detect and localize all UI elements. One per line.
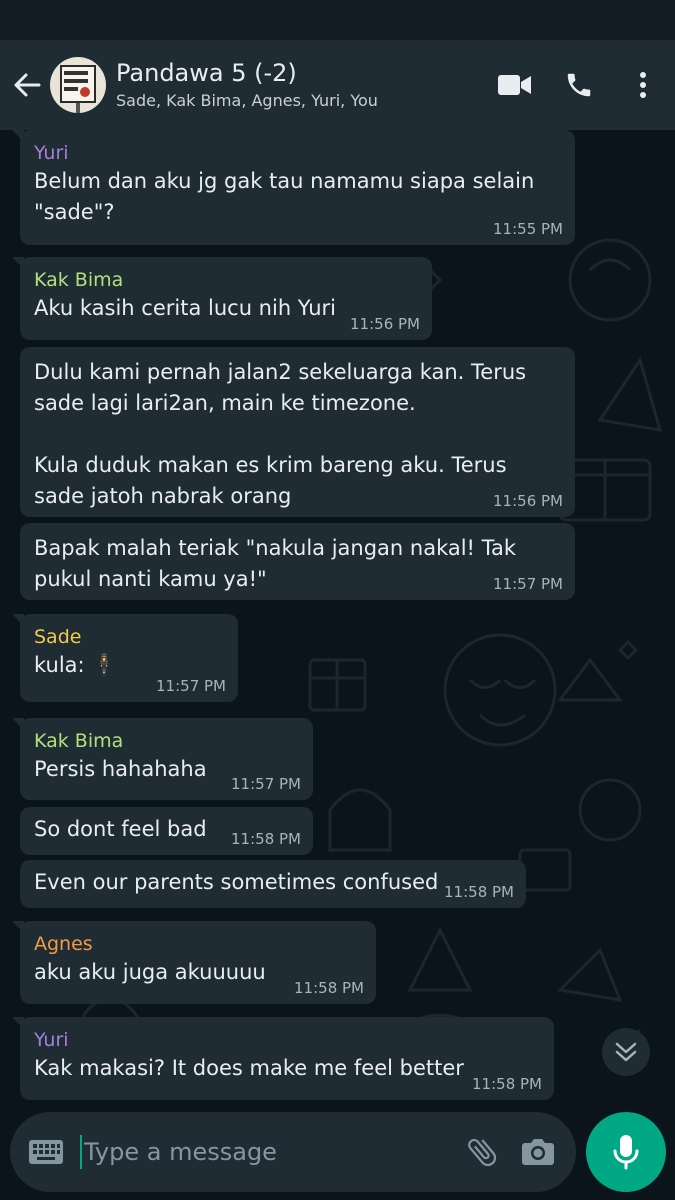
status-bar — [0, 0, 675, 40]
camera-icon — [522, 1139, 554, 1165]
message-time: 11:58 PM — [444, 883, 514, 901]
message-time: 11:57 PM — [493, 575, 563, 593]
bubble-tail — [12, 614, 24, 626]
avatar-pole — [76, 103, 80, 113]
message-input[interactable] — [82, 1138, 454, 1166]
voice-call-button[interactable] — [547, 40, 611, 130]
message-bubble[interactable]: Even our parents sometimes confused 11:5… — [20, 860, 526, 908]
message-time: 11:55 PM — [493, 220, 563, 238]
message-bubble[interactable]: So dont feel bad 11:58 PM — [20, 807, 313, 855]
bubble-tail — [12, 1017, 24, 1029]
message-time: 11:57 PM — [231, 775, 301, 793]
message-sender: Agnes — [34, 933, 93, 955]
message-text: Belum dan aku jg gak tau namamu siapa se… — [34, 169, 541, 224]
message-bubble[interactable]: Yuri Kak makasi? It does make me feel be… — [12, 1017, 554, 1100]
video-call-button[interactable] — [483, 40, 547, 130]
group-name: Pandawa 5 (-2) — [116, 59, 297, 87]
video-camera-icon — [498, 75, 531, 95]
message-time: 11:57 PM — [156, 677, 226, 695]
more-vertical-icon — [640, 72, 646, 98]
bubble-tail — [12, 130, 24, 142]
message-bubble[interactable]: Agnes aku aku juga akuuuuu 11:58 PM — [12, 921, 376, 1004]
group-avatar[interactable] — [50, 57, 106, 113]
message-text: Dulu kami pernah jalan2 sekeluarga kan. … — [34, 360, 527, 508]
message-sender: Sade — [34, 626, 82, 648]
message-bubble[interactable]: Dulu kami pernah jalan2 sekeluarga kan. … — [20, 347, 575, 517]
bubble-tail — [12, 257, 24, 269]
message-bubble[interactable]: Kak Bima Persis hahahaha 11:57 PM — [12, 718, 313, 800]
message-text-content: kula: — [34, 653, 85, 677]
message-composer — [10, 1112, 576, 1192]
avatar-line — [64, 79, 88, 83]
message-text: Kak makasi? It does make me feel better — [34, 1056, 464, 1080]
message-bubble[interactable]: Bapak malah teriak "nakula jangan nakal!… — [20, 523, 575, 600]
camera-button[interactable] — [510, 1112, 566, 1192]
message-sender: Kak Bima — [34, 730, 124, 752]
message-text: Even our parents sometimes confused — [34, 870, 439, 894]
message-sender: Yuri — [34, 142, 69, 164]
message-bubble[interactable]: Sade kula: 🕴 11:57 PM — [12, 614, 238, 702]
bubble-tail — [12, 718, 24, 730]
phone-icon — [567, 73, 591, 97]
message-time: 11:56 PM — [493, 492, 563, 510]
back-button[interactable] — [4, 40, 50, 130]
attach-button[interactable] — [454, 1112, 510, 1192]
avatar-logo — [80, 87, 90, 97]
keyboard-button[interactable] — [16, 1139, 76, 1165]
group-members: Sade, Kak Bima, Agnes, Yuri, You — [116, 91, 378, 110]
message-sender: Yuri — [34, 1029, 69, 1051]
bubble-tail — [12, 921, 24, 933]
chat-header: Pandawa 5 (-2) Sade, Kak Bima, Agnes, Yu… — [0, 40, 675, 130]
paperclip-icon — [468, 1138, 497, 1167]
message-sender: Kak Bima — [34, 269, 124, 291]
scroll-to-bottom-button[interactable] — [602, 1028, 650, 1076]
levitating-man-emoji: 🕴 — [91, 653, 118, 677]
keyboard-icon — [29, 1140, 63, 1164]
voice-message-button[interactable] — [586, 1112, 666, 1192]
message-time: 11:58 PM — [294, 979, 364, 997]
message-time: 11:58 PM — [231, 830, 301, 848]
avatar-line — [64, 87, 78, 91]
more-options-button[interactable] — [611, 40, 675, 130]
avatar-line — [64, 71, 88, 75]
double-chevron-down-icon — [615, 1042, 637, 1062]
chat-area[interactable]: Yuri Belum dan aku jg gak tau namamu sia… — [0, 130, 675, 1100]
arrow-left-icon — [14, 73, 41, 97]
message-bubble[interactable]: Kak Bima Aku kasih cerita lucu nih Yuri … — [12, 257, 432, 340]
message-bubble[interactable]: Yuri Belum dan aku jg gak tau namamu sia… — [12, 130, 575, 245]
chat-title-block[interactable]: Pandawa 5 (-2) Sade, Kak Bima, Agnes, Yu… — [116, 58, 483, 112]
message-text: Bapak malah teriak "nakula jangan nakal!… — [34, 536, 523, 591]
message-time: 11:58 PM — [472, 1075, 542, 1093]
message-time: 11:56 PM — [350, 315, 420, 333]
microphone-icon — [613, 1135, 639, 1170]
